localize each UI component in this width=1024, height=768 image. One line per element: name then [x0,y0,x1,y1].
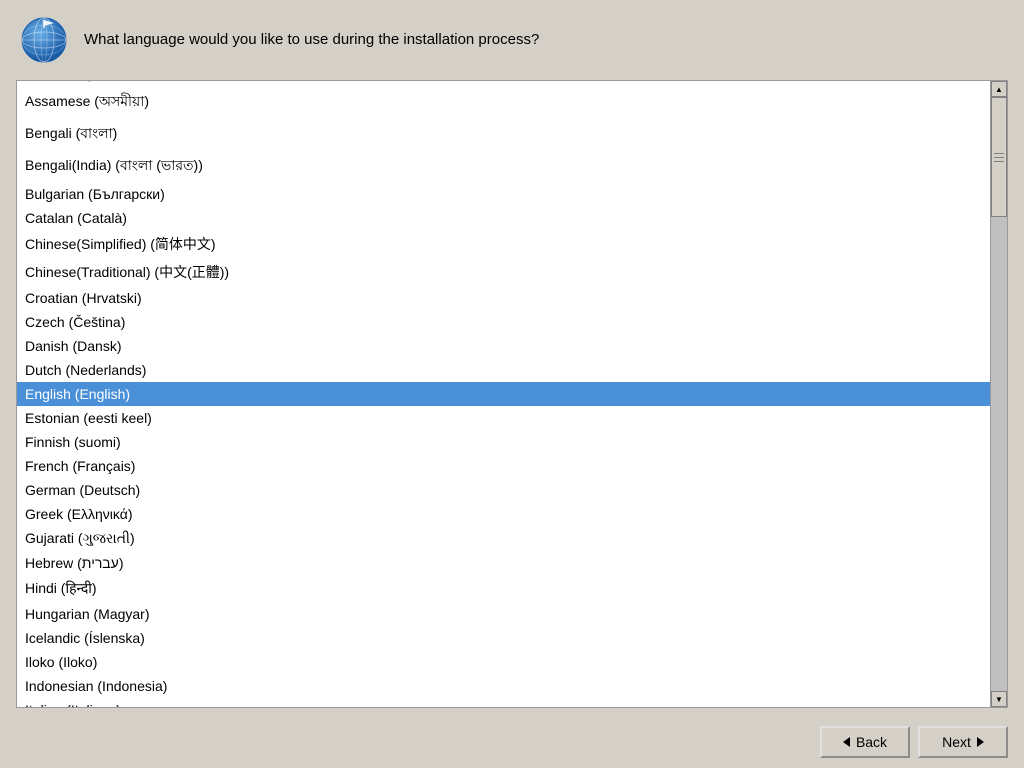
language-item[interactable]: Hindi (हिन्दी) [17,575,990,602]
language-item[interactable]: English (English) [17,382,990,406]
language-item[interactable]: Icelandic (Íslenska) [17,626,990,650]
back-button[interactable]: Back [820,726,910,758]
language-item[interactable]: Bulgarian (Български) [17,182,990,206]
language-item[interactable]: Gujarati (ગુજરાતી) [17,526,990,551]
back-label: Back [856,734,887,750]
language-item[interactable]: Italian (Italiano) [17,698,990,707]
header: What language would you like to use duri… [0,0,1024,80]
language-item[interactable]: Croatian (Hrvatski) [17,286,990,310]
language-list[interactable]: Arabic (العربية)Assamese (অসমীয়া)Bengal… [17,81,990,707]
language-list-container: Arabic (العربية)Assamese (অসমীয়া)Bengal… [16,80,1008,708]
language-item[interactable]: Chinese(Traditional) (中文(正體)) [17,258,990,286]
scrollbar-thumb-area[interactable] [991,97,1007,691]
language-item[interactable]: Hebrew (עברית) [17,551,990,575]
language-item[interactable]: Dutch (Nederlands) [17,358,990,382]
language-item[interactable]: Bengali(India) (বাংলা (ভারত)) [17,150,990,182]
language-item[interactable]: Estonian (eesti keel) [17,406,990,430]
language-item[interactable]: Catalan (Català) [17,206,990,230]
next-label: Next [942,734,971,750]
language-item[interactable]: Greek (Ελληνικά) [17,502,990,526]
next-arrow-icon [977,737,984,747]
language-item[interactable]: Hungarian (Magyar) [17,602,990,626]
language-item[interactable]: Assamese (অসমীয়া) [17,86,990,118]
language-item[interactable]: Chinese(Simplified) (简体中文) [17,230,990,258]
language-item[interactable]: Bengali (বাংলা) [17,118,990,150]
language-item[interactable]: Danish (Dansk) [17,334,990,358]
scrollbar-up-btn[interactable]: ▲ [991,81,1007,97]
scrollbar[interactable]: ▲ ▼ [990,81,1007,707]
next-button[interactable]: Next [918,726,1008,758]
scrollbar-thumb[interactable] [991,97,1007,217]
header-question: What language would you like to use duri… [84,29,539,52]
language-item[interactable]: Czech (Čeština) [17,310,990,334]
main-content: Arabic (العربية)Assamese (অসমীয়া)Bengal… [0,80,1024,716]
scrollbar-down-btn[interactable]: ▼ [991,691,1007,707]
globe-icon [20,16,68,64]
footer: Back Next [0,716,1024,768]
back-arrow-icon [843,737,850,747]
language-item[interactable]: Indonesian (Indonesia) [17,674,990,698]
language-item[interactable]: Iloko (Iloko) [17,650,990,674]
language-item[interactable]: Finnish (suomi) [17,430,990,454]
language-item[interactable]: German (Deutsch) [17,478,990,502]
language-item[interactable]: French (Français) [17,454,990,478]
